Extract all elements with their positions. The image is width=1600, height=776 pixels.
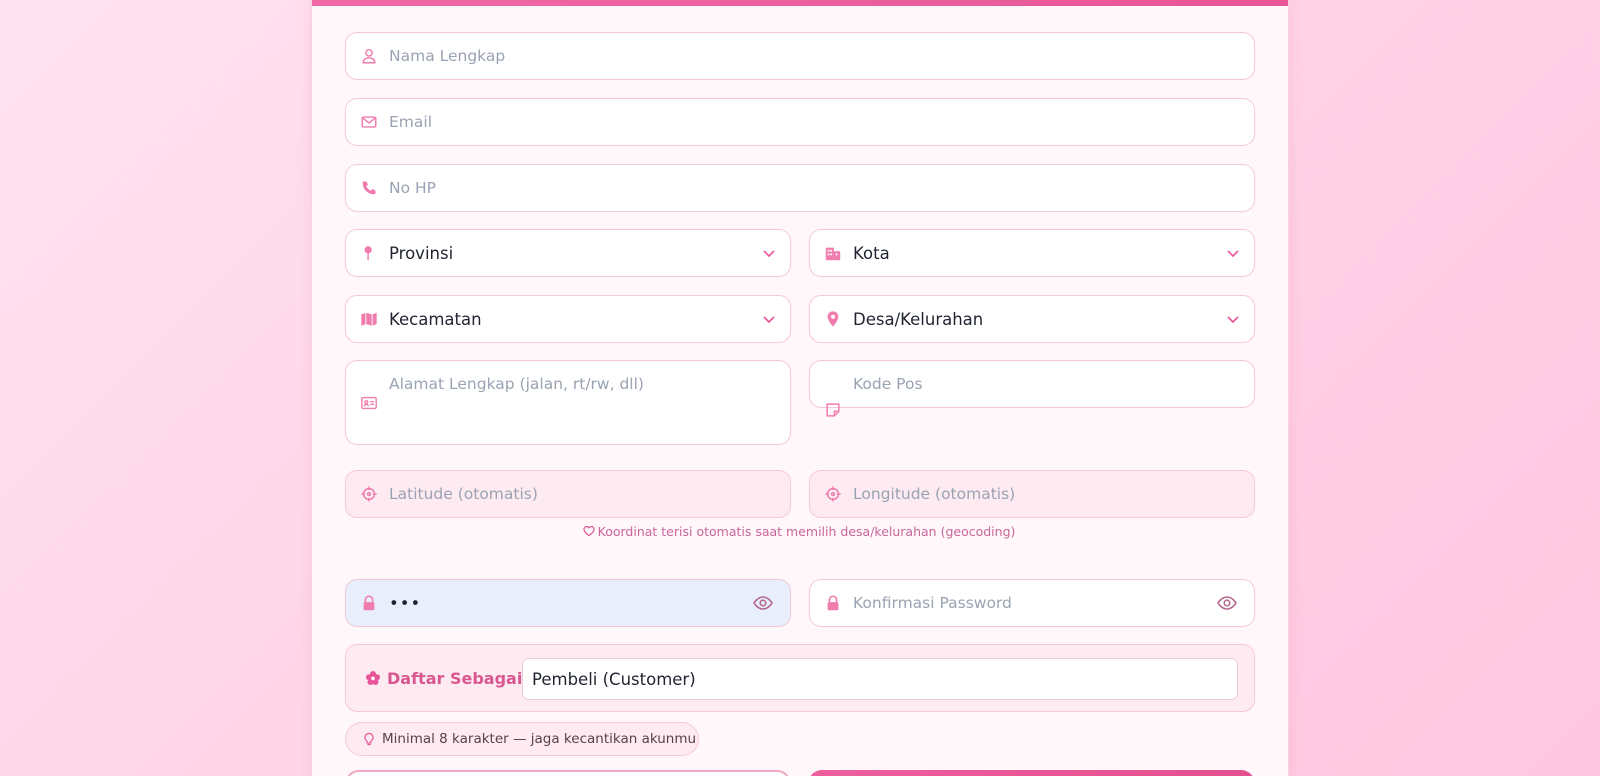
chevron-down-icon xyxy=(1227,316,1239,324)
province-select[interactable]: Provinsi xyxy=(345,229,791,277)
name-placeholder: Nama Lengkap xyxy=(389,47,506,65)
name-field[interactable]: Nama Lengkap xyxy=(345,32,1255,80)
city-select[interactable]: Kota xyxy=(809,229,1255,277)
chevron-down-icon xyxy=(763,250,775,258)
pin-icon xyxy=(359,243,379,263)
address-textarea[interactable]: Alamat Lengkap (jalan, rt/rw, dll) xyxy=(345,360,791,445)
eye-icon[interactable] xyxy=(1216,592,1238,614)
password-hint-text: Minimal 8 karakter — jaga kecantikan aku… xyxy=(382,731,697,747)
district-value: Kecamatan xyxy=(389,309,482,329)
city-value: Kota xyxy=(853,243,890,263)
eye-icon[interactable] xyxy=(752,592,774,614)
email-placeholder: Email xyxy=(389,113,433,131)
chevron-down-icon xyxy=(1227,250,1239,258)
latitude-field[interactable]: Latitude (otomatis) xyxy=(345,470,791,518)
email-field[interactable]: Email xyxy=(345,98,1255,146)
district-select[interactable]: Kecamatan xyxy=(345,295,791,343)
longitude-field[interactable]: Longitude (otomatis) xyxy=(809,470,1255,518)
user-icon xyxy=(359,46,379,66)
phone-field[interactable]: No HP xyxy=(345,164,1255,212)
register-button[interactable] xyxy=(808,770,1255,776)
password-field[interactable]: ••• xyxy=(345,579,791,627)
role-select[interactable]: Pembeli (Customer) xyxy=(522,658,1238,700)
postal-placeholder: Kode Pos xyxy=(853,375,923,393)
province-value: Provinsi xyxy=(389,243,454,263)
postal-code-field[interactable]: Kode Pos xyxy=(809,360,1255,417)
lock-icon xyxy=(359,593,379,613)
lock-icon xyxy=(823,593,843,613)
secondary-button[interactable] xyxy=(345,770,791,776)
phone-icon xyxy=(359,178,379,198)
confirm-password-placeholder: Konfirmasi Password xyxy=(853,594,1012,612)
coordinate-note-text: Koordinat terisi otomatis saat memilih d… xyxy=(597,524,1016,539)
phone-placeholder: No HP xyxy=(389,179,437,197)
password-hint: Minimal 8 karakter — jaga kecantikan aku… xyxy=(345,722,699,756)
location-pin-icon xyxy=(823,309,843,329)
role-label: Daftar Sebagai xyxy=(365,645,522,711)
chevron-down-icon xyxy=(763,316,775,324)
map-icon xyxy=(359,309,379,329)
address-card-icon xyxy=(359,393,379,413)
village-select[interactable]: Desa/Kelurahan xyxy=(809,295,1255,343)
confirm-password-field[interactable]: Konfirmasi Password xyxy=(809,579,1255,627)
sticky-note-icon xyxy=(823,400,843,420)
coordinate-note: Koordinat terisi otomatis saat memilih d… xyxy=(345,524,1253,539)
crosshair-icon xyxy=(359,484,379,504)
longitude-placeholder: Longitude (otomatis) xyxy=(853,485,1016,503)
latitude-placeholder: Latitude (otomatis) xyxy=(389,485,538,503)
address-placeholder: Alamat Lengkap (jalan, rt/rw, dll) xyxy=(389,375,644,393)
flower-icon xyxy=(366,671,380,685)
village-value: Desa/Kelurahan xyxy=(853,309,984,329)
password-value: ••• xyxy=(389,593,422,613)
heart-icon xyxy=(583,525,595,537)
lightbulb-icon xyxy=(364,732,374,746)
role-section: Daftar Sebagai Pembeli (Customer) xyxy=(345,644,1255,712)
card-accent-bar xyxy=(312,0,1288,6)
city-icon xyxy=(823,243,843,263)
crosshair-icon xyxy=(823,484,843,504)
envelope-icon xyxy=(359,112,379,132)
role-label-text: Daftar Sebagai xyxy=(387,668,523,688)
